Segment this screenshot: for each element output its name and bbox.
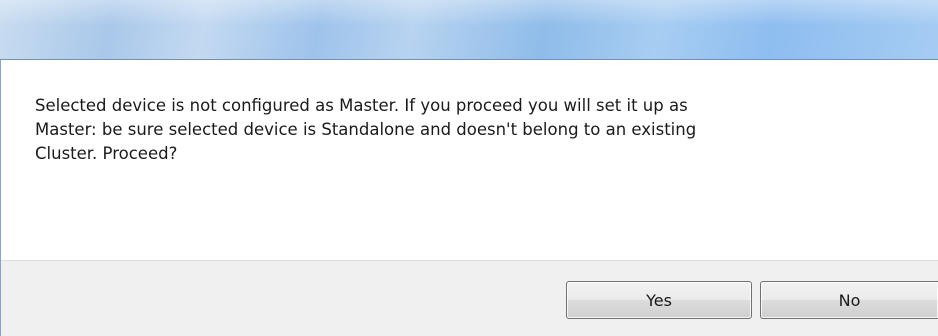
dialog-button-bar: Yes No [1,260,938,336]
dialog-content-area: Selected device is not configured as Mas… [1,60,938,260]
dialog-title-bar[interactable] [0,0,938,60]
dialog-message: Selected device is not configured as Mas… [35,96,697,163]
confirmation-dialog: Selected device is not configured as Mas… [0,0,938,336]
no-button[interactable]: No [760,281,938,319]
yes-button[interactable]: Yes [566,281,752,319]
